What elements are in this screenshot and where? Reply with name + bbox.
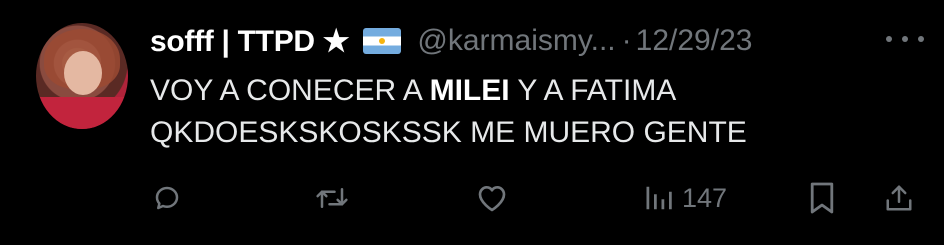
like-button[interactable] xyxy=(476,176,508,220)
action-bar: 147 xyxy=(0,170,944,226)
views-bar-chart-icon xyxy=(646,186,672,210)
display-name[interactable]: sofff | TTPD ★ xyxy=(150,24,350,59)
heart-icon xyxy=(478,186,506,212)
tweet-text-bold: MILEI xyxy=(429,74,510,107)
views-button[interactable]: 147 xyxy=(644,176,727,220)
tweet-date[interactable]: 12/29/23 xyxy=(636,24,753,58)
avatar[interactable] xyxy=(36,23,128,129)
tweet-header: sofff | TTPD ★ @karmaismy... · 12/29/23 xyxy=(150,21,752,61)
reply-button[interactable] xyxy=(152,176,182,220)
tweet-text: VOY A CONECER A MILEI Y A FATIMA QKDOESK… xyxy=(150,70,910,154)
bookmark-icon xyxy=(810,182,834,214)
reply-icon xyxy=(155,186,179,210)
views-count: 147 xyxy=(682,182,728,213)
avatar-shirt xyxy=(36,97,128,129)
avatar-face xyxy=(64,51,102,95)
separator: · xyxy=(621,24,632,57)
argentina-flag-icon xyxy=(363,28,402,54)
retweet-icon xyxy=(316,188,348,208)
more-horizontal-icon[interactable] xyxy=(886,24,924,54)
tweet-text-start: VOY A CONECER A xyxy=(150,74,430,107)
bookmark-button[interactable] xyxy=(808,176,836,220)
share-icon xyxy=(886,185,912,211)
retweet-button[interactable] xyxy=(314,176,350,220)
tweet[interactable]: sofff | TTPD ★ @karmaismy... · 12/29/23 … xyxy=(0,0,944,245)
share-button[interactable] xyxy=(884,176,914,220)
user-handle[interactable]: @karmaismy... xyxy=(417,24,615,58)
